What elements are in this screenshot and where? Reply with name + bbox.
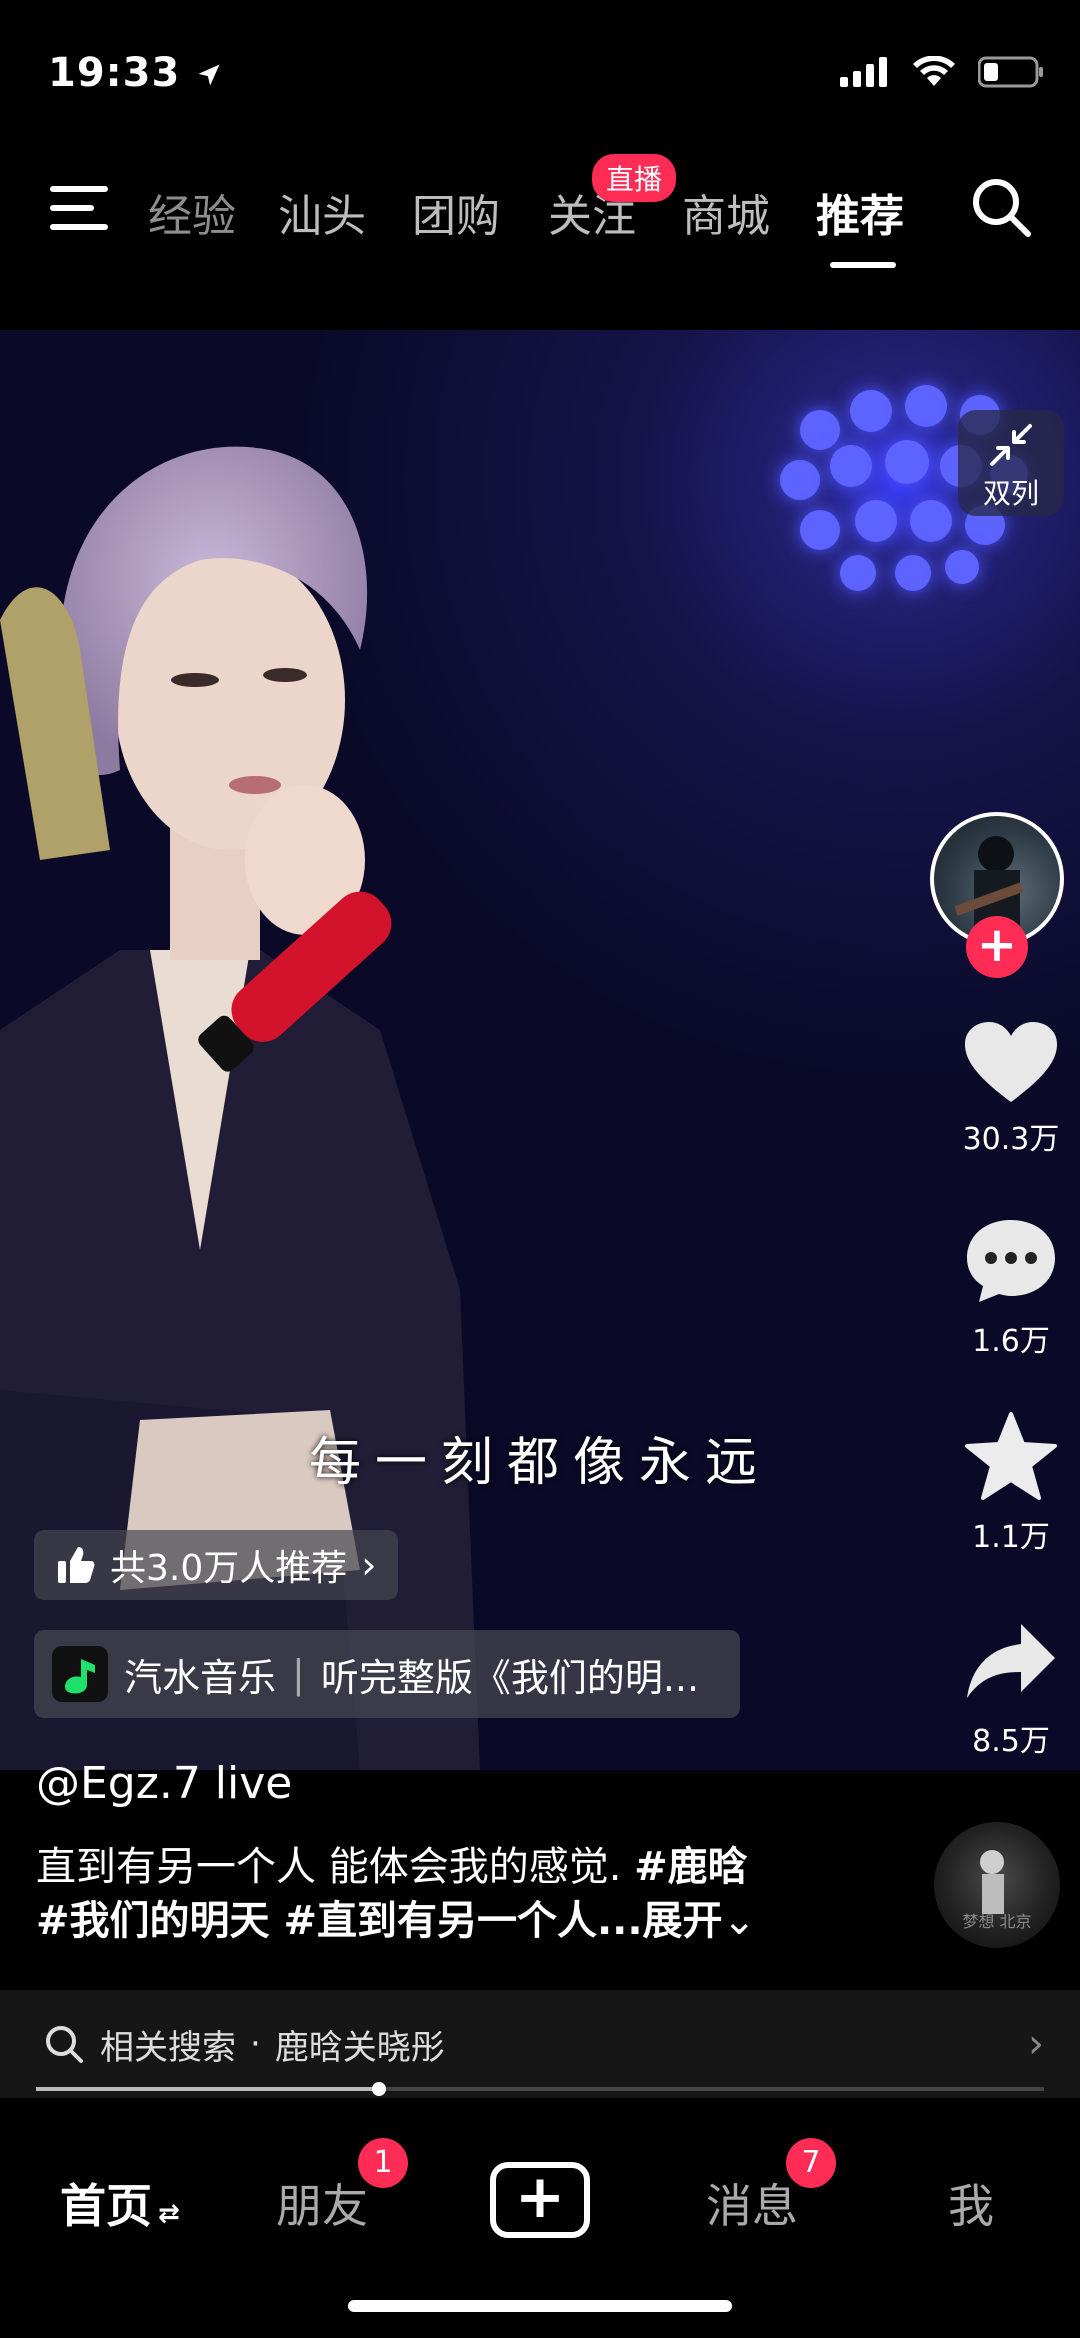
tab-recommend[interactable]: 推荐 <box>816 180 904 244</box>
hashtag-list[interactable]: #我们的明天 #直到有另一个人... <box>36 1898 643 1944</box>
status-time: 19:33 <box>48 50 223 96</box>
nav-friends[interactable]: 朋友 <box>276 2170 368 2236</box>
progress-fill <box>36 2087 379 2091</box>
music-chip[interactable]: 汽水音乐 | 听完整版《我们的明... <box>34 1630 740 1718</box>
active-tab-indicator <box>830 262 896 268</box>
qishui-music-logo-icon <box>52 1646 108 1702</box>
like-count: 30.3万 <box>962 1122 1060 1157</box>
recommend-chip[interactable]: 共3.0万人推荐 › <box>34 1530 399 1600</box>
menu-icon[interactable] <box>50 182 110 234</box>
dual-column-label: 双列 <box>982 477 1039 510</box>
nav-home[interactable]: 首页 ⇄ <box>60 2170 180 2236</box>
search-icon[interactable] <box>970 176 1032 238</box>
like-button[interactable]: 30.3万 <box>956 1020 1066 1158</box>
related-search-bar[interactable]: 相关搜索 · 鹿晗关晓彤 › <box>0 1990 1080 2098</box>
comment-bubble-icon <box>967 1220 1055 1302</box>
caption-text: 直到有另一个人 能体会我的感觉. <box>36 1844 622 1890</box>
wifi-icon <box>913 56 955 86</box>
music-action: 听完整版《我们的明... <box>320 1655 700 1700</box>
home-indicator <box>348 2300 732 2312</box>
music-separator: | <box>292 1652 305 1696</box>
thumbs-up-icon <box>58 1547 95 1583</box>
music-app-name: 汽水音乐 <box>124 1655 277 1700</box>
battery-icon <box>978 56 1043 88</box>
search-icon <box>46 2026 83 2063</box>
recommend-text: 共3.0万人推荐 <box>110 1548 348 1589</box>
messages-badge: 7 <box>786 2138 836 2188</box>
related-search-label: 相关搜索 <box>100 2027 236 2068</box>
status-icons <box>840 56 1044 88</box>
tab-mall[interactable]: 商城 <box>682 180 770 244</box>
tab-experience[interactable]: 经验 <box>148 180 236 244</box>
share-count: 8.5万 <box>972 1724 1050 1759</box>
collapse-arrows-icon <box>990 424 1032 466</box>
top-tab-bar: 经验 汕头 团购 关注 直播 商城 推荐 <box>0 150 1080 270</box>
share-button[interactable]: 8.5万 <box>956 1620 1066 1760</box>
live-badge: 直播 <box>592 154 677 202</box>
progress-knob[interactable] <box>371 2082 386 2096</box>
tab-shantou[interactable]: 汕头 <box>278 180 366 244</box>
switch-arrows-icon: ⇄ <box>158 2199 180 2229</box>
follow-plus-button[interactable]: + <box>966 916 1028 978</box>
comment-count: 1.6万 <box>972 1324 1050 1359</box>
comment-button[interactable]: 1.6万 <box>956 1216 1066 1360</box>
video-progress-bar[interactable] <box>36 2082 1044 2096</box>
dual-column-button[interactable]: 双列 <box>958 410 1064 516</box>
disc-caption: 梦想 北京 <box>962 1912 1032 1931</box>
share-arrow-icon <box>967 1624 1055 1698</box>
video-subtitle: 每一刻都像永远 <box>308 1433 771 1493</box>
tab-group-buy[interactable]: 团购 <box>412 180 500 244</box>
nav-me[interactable]: 我 <box>948 2170 994 2236</box>
cellular-signal-icon <box>840 57 887 87</box>
chevron-right-icon: › <box>1028 2021 1044 2067</box>
hashtag[interactable]: #鹿晗 <box>634 1844 748 1890</box>
location-arrow-icon <box>198 64 220 86</box>
create-post-button[interactable]: + <box>490 2162 590 2238</box>
nav-messages[interactable]: 消息 <box>706 2170 798 2236</box>
chevron-down-icon: ⌄ <box>722 1898 757 1944</box>
related-search-dot: · <box>250 2024 261 2064</box>
author-handle[interactable]: @Egz.7 live <box>36 1758 292 1809</box>
heart-icon <box>965 1022 1057 1102</box>
expand-link[interactable]: 展开 <box>643 1898 723 1944</box>
favorite-count: 1.1万 <box>972 1520 1050 1555</box>
chevron-right-icon: › <box>361 1543 377 1587</box>
video-player[interactable]: 双列 + 30.3万 1.6万 1.1万 8.5万 每一刻都像永远 共3.0万人… <box>0 330 1080 1770</box>
related-search-query: 鹿晗关晓彤 <box>274 2027 445 2068</box>
music-disc[interactable]: 梦想 北京 <box>934 1822 1060 1948</box>
friends-badge: 1 <box>358 2138 408 2188</box>
post-caption[interactable]: 直到有另一个人 能体会我的感觉. #鹿晗 #我们的明天 #直到有另一个人...展… <box>36 1840 816 1948</box>
